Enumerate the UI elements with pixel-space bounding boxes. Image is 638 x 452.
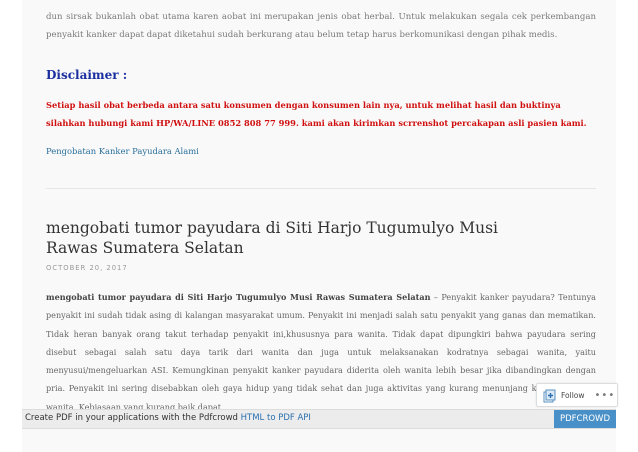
- disclaimer-heading: Disclaimer :: [46, 68, 128, 82]
- post-body: mengobati tumor payudara di Siti Harjo T…: [46, 288, 596, 416]
- post-date: OCTOBER 20, 2017: [46, 264, 128, 272]
- post-lead-bold: mengobati tumor payudara di Siti Harjo T…: [46, 292, 431, 302]
- page-sheet: dun sirsak bukanlah obat utama karen aob…: [22, 0, 616, 452]
- footer-text: Create PDF in your applications with the…: [25, 413, 311, 423]
- footer-api-link[interactable]: HTML to PDF API: [241, 413, 311, 423]
- footer-prefix: Create PDF in your applications with the…: [25, 413, 241, 423]
- section-divider: [46, 188, 596, 189]
- disclaimer-text: Setiap hasil obat berbeda antara satu ko…: [46, 100, 587, 128]
- pdfcrowd-brand[interactable]: PDFCROWD: [553, 410, 616, 428]
- intro-paragraph: dun sirsak bukanlah obat utama karen aob…: [46, 12, 596, 40]
- follow-icon: [543, 388, 557, 403]
- post-title[interactable]: mengobati tumor payudara di Siti Harjo T…: [46, 218, 546, 258]
- post-body-text: – Penyakit kanker payudara? Tentunya pen…: [46, 292, 596, 412]
- follow-button[interactable]: Follow •••: [536, 383, 618, 407]
- follow-label: Follow: [561, 390, 585, 400]
- related-article-link[interactable]: Pengobatan Kanker Payudara Alami: [46, 146, 199, 156]
- more-options-icon[interactable]: •••: [595, 390, 616, 401]
- pdfcrowd-footer: Create PDF in your applications with the…: [22, 409, 616, 429]
